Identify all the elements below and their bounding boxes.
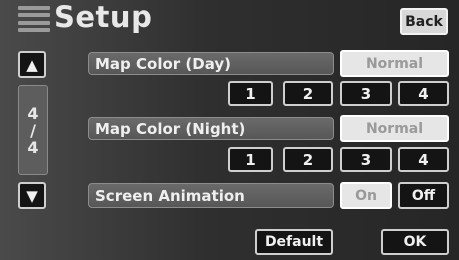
map-color-day-option-2[interactable]: 2 [283,81,333,106]
menu-list-icon[interactable] [18,6,50,32]
map-color-day-option-3[interactable]: 3 [340,81,392,106]
page-current: 4 [27,103,39,123]
map-color-night-option-4[interactable]: 4 [398,147,449,172]
setting-label-screen-animation: Screen Animation [88,183,334,208]
setting-label-map-color-night: Map Color (Night) [88,117,334,140]
arrow-down-icon: ▼ [26,186,38,205]
map-color-night-normal-button[interactable]: Normal [340,115,449,142]
arrow-up-icon: ▲ [26,55,38,74]
default-button[interactable]: Default [255,229,333,255]
scroll-up-button[interactable]: ▲ [18,51,46,78]
map-color-night-option-2[interactable]: 2 [283,147,333,172]
page-total: 4 [27,137,39,157]
ok-button[interactable]: OK [381,229,449,255]
screen-animation-off-button[interactable]: Off [398,182,449,209]
page-indicator: 4 / 4 [18,85,48,175]
scroll-down-button[interactable]: ▼ [18,182,46,209]
map-color-day-option-1[interactable]: 1 [228,81,273,106]
map-color-day-option-4[interactable]: 4 [398,81,449,106]
map-color-day-normal-button[interactable]: Normal [340,50,449,77]
back-button[interactable]: Back [400,8,448,35]
page-separator: / [30,120,36,140]
setup-screen: Setup Back ▲ 4 / 4 ▼ Map Color (Day) Nor… [0,0,459,260]
map-color-night-option-1[interactable]: 1 [228,147,273,172]
screen-animation-on-button[interactable]: On [340,182,392,209]
setting-label-map-color-day: Map Color (Day) [88,52,334,75]
map-color-night-option-3[interactable]: 3 [340,147,392,172]
page-title: Setup [54,0,153,34]
